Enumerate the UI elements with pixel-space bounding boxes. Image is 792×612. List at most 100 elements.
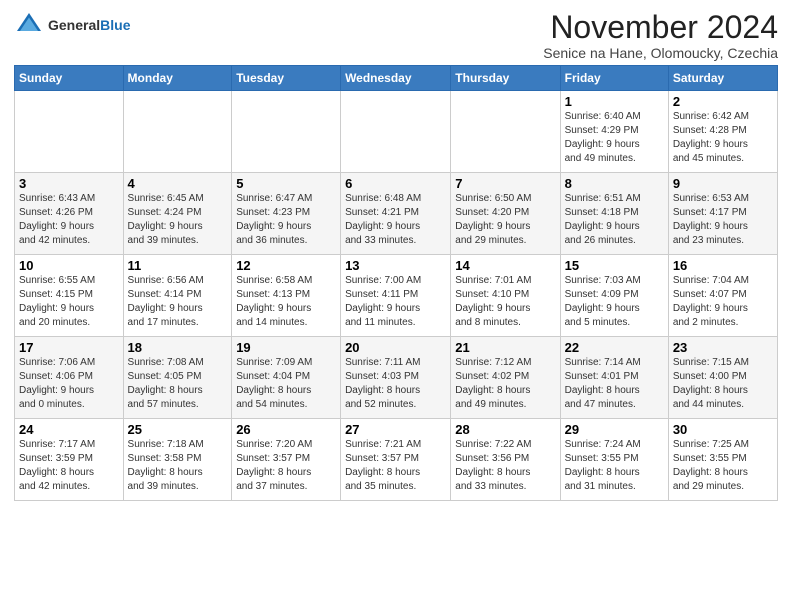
table-row: 11Sunrise: 6:56 AM Sunset: 4:14 PM Dayli… (123, 255, 232, 337)
day-number: 26 (236, 422, 336, 437)
day-number: 1 (565, 94, 664, 109)
day-number: 2 (673, 94, 773, 109)
table-row: 6Sunrise: 6:48 AM Sunset: 4:21 PM Daylig… (341, 173, 451, 255)
table-row: 18Sunrise: 7:08 AM Sunset: 4:05 PM Dayli… (123, 337, 232, 419)
table-row: 13Sunrise: 7:00 AM Sunset: 4:11 PM Dayli… (341, 255, 451, 337)
day-info: Sunrise: 7:01 AM Sunset: 4:10 PM Dayligh… (455, 274, 555, 330)
table-row: 22Sunrise: 7:14 AM Sunset: 4:01 PM Dayli… (560, 337, 668, 419)
header: GeneralBlue November 2024 Senice na Hane… (14, 10, 778, 61)
table-row (341, 91, 451, 173)
logo-blue: Blue (100, 17, 130, 33)
day-number: 3 (19, 176, 119, 191)
table-row: 3Sunrise: 6:43 AM Sunset: 4:26 PM Daylig… (15, 173, 124, 255)
table-row: 24Sunrise: 7:17 AM Sunset: 3:59 PM Dayli… (15, 419, 124, 501)
calendar-week-2: 10Sunrise: 6:55 AM Sunset: 4:15 PM Dayli… (15, 255, 778, 337)
table-row: 29Sunrise: 7:24 AM Sunset: 3:55 PM Dayli… (560, 419, 668, 501)
day-info: Sunrise: 7:24 AM Sunset: 3:55 PM Dayligh… (565, 438, 664, 494)
day-info: Sunrise: 7:08 AM Sunset: 4:05 PM Dayligh… (128, 356, 228, 412)
day-number: 23 (673, 340, 773, 355)
page-container: GeneralBlue November 2024 Senice na Hane… (0, 0, 792, 507)
table-row: 10Sunrise: 6:55 AM Sunset: 4:15 PM Dayli… (15, 255, 124, 337)
logo-text: GeneralBlue (48, 17, 130, 34)
day-info: Sunrise: 7:15 AM Sunset: 4:00 PM Dayligh… (673, 356, 773, 412)
logo-general: General (48, 17, 100, 33)
table-row: 16Sunrise: 7:04 AM Sunset: 4:07 PM Dayli… (668, 255, 777, 337)
day-number: 5 (236, 176, 336, 191)
day-number: 8 (565, 176, 664, 191)
logo: GeneralBlue (14, 10, 130, 40)
day-number: 9 (673, 176, 773, 191)
day-number: 18 (128, 340, 228, 355)
table-row (123, 91, 232, 173)
day-number: 24 (19, 422, 119, 437)
title-block: November 2024 Senice na Hane, Olomoucky,… (543, 10, 778, 61)
day-info: Sunrise: 6:43 AM Sunset: 4:26 PM Dayligh… (19, 192, 119, 248)
col-sunday: Sunday (15, 66, 124, 91)
day-number: 7 (455, 176, 555, 191)
table-row: 19Sunrise: 7:09 AM Sunset: 4:04 PM Dayli… (232, 337, 341, 419)
table-row: 12Sunrise: 6:58 AM Sunset: 4:13 PM Dayli… (232, 255, 341, 337)
day-number: 14 (455, 258, 555, 273)
day-info: Sunrise: 6:53 AM Sunset: 4:17 PM Dayligh… (673, 192, 773, 248)
day-info: Sunrise: 7:12 AM Sunset: 4:02 PM Dayligh… (455, 356, 555, 412)
day-number: 17 (19, 340, 119, 355)
table-row: 7Sunrise: 6:50 AM Sunset: 4:20 PM Daylig… (451, 173, 560, 255)
table-row: 20Sunrise: 7:11 AM Sunset: 4:03 PM Dayli… (341, 337, 451, 419)
col-saturday: Saturday (668, 66, 777, 91)
logo-icon (14, 10, 44, 40)
day-number: 13 (345, 258, 446, 273)
day-info: Sunrise: 7:11 AM Sunset: 4:03 PM Dayligh… (345, 356, 446, 412)
day-info: Sunrise: 7:21 AM Sunset: 3:57 PM Dayligh… (345, 438, 446, 494)
table-row: 25Sunrise: 7:18 AM Sunset: 3:58 PM Dayli… (123, 419, 232, 501)
calendar-week-4: 24Sunrise: 7:17 AM Sunset: 3:59 PM Dayli… (15, 419, 778, 501)
table-row: 2Sunrise: 6:42 AM Sunset: 4:28 PM Daylig… (668, 91, 777, 173)
day-info: Sunrise: 7:04 AM Sunset: 4:07 PM Dayligh… (673, 274, 773, 330)
day-info: Sunrise: 7:17 AM Sunset: 3:59 PM Dayligh… (19, 438, 119, 494)
day-info: Sunrise: 6:51 AM Sunset: 4:18 PM Dayligh… (565, 192, 664, 248)
col-wednesday: Wednesday (341, 66, 451, 91)
col-tuesday: Tuesday (232, 66, 341, 91)
day-number: 25 (128, 422, 228, 437)
day-info: Sunrise: 7:14 AM Sunset: 4:01 PM Dayligh… (565, 356, 664, 412)
col-monday: Monday (123, 66, 232, 91)
day-info: Sunrise: 6:50 AM Sunset: 4:20 PM Dayligh… (455, 192, 555, 248)
table-row (15, 91, 124, 173)
day-number: 15 (565, 258, 664, 273)
day-info: Sunrise: 7:00 AM Sunset: 4:11 PM Dayligh… (345, 274, 446, 330)
day-info: Sunrise: 6:55 AM Sunset: 4:15 PM Dayligh… (19, 274, 119, 330)
table-row: 28Sunrise: 7:22 AM Sunset: 3:56 PM Dayli… (451, 419, 560, 501)
day-number: 6 (345, 176, 446, 191)
day-info: Sunrise: 6:58 AM Sunset: 4:13 PM Dayligh… (236, 274, 336, 330)
col-thursday: Thursday (451, 66, 560, 91)
day-number: 11 (128, 258, 228, 273)
table-row: 17Sunrise: 7:06 AM Sunset: 4:06 PM Dayli… (15, 337, 124, 419)
table-row: 5Sunrise: 6:47 AM Sunset: 4:23 PM Daylig… (232, 173, 341, 255)
calendar-week-0: 1Sunrise: 6:40 AM Sunset: 4:29 PM Daylig… (15, 91, 778, 173)
table-row: 27Sunrise: 7:21 AM Sunset: 3:57 PM Dayli… (341, 419, 451, 501)
day-info: Sunrise: 7:18 AM Sunset: 3:58 PM Dayligh… (128, 438, 228, 494)
day-number: 10 (19, 258, 119, 273)
day-number: 21 (455, 340, 555, 355)
day-info: Sunrise: 6:47 AM Sunset: 4:23 PM Dayligh… (236, 192, 336, 248)
table-row: 8Sunrise: 6:51 AM Sunset: 4:18 PM Daylig… (560, 173, 668, 255)
calendar-header-row: Sunday Monday Tuesday Wednesday Thursday… (15, 66, 778, 91)
table-row: 4Sunrise: 6:45 AM Sunset: 4:24 PM Daylig… (123, 173, 232, 255)
day-info: Sunrise: 7:25 AM Sunset: 3:55 PM Dayligh… (673, 438, 773, 494)
table-row: 26Sunrise: 7:20 AM Sunset: 3:57 PM Dayli… (232, 419, 341, 501)
day-info: Sunrise: 7:06 AM Sunset: 4:06 PM Dayligh… (19, 356, 119, 412)
day-number: 30 (673, 422, 773, 437)
location: Senice na Hane, Olomoucky, Czechia (543, 45, 778, 61)
table-row: 9Sunrise: 6:53 AM Sunset: 4:17 PM Daylig… (668, 173, 777, 255)
calendar-week-3: 17Sunrise: 7:06 AM Sunset: 4:06 PM Dayli… (15, 337, 778, 419)
day-number: 16 (673, 258, 773, 273)
calendar: Sunday Monday Tuesday Wednesday Thursday… (14, 65, 778, 501)
day-info: Sunrise: 7:09 AM Sunset: 4:04 PM Dayligh… (236, 356, 336, 412)
day-number: 12 (236, 258, 336, 273)
table-row: 1Sunrise: 6:40 AM Sunset: 4:29 PM Daylig… (560, 91, 668, 173)
day-info: Sunrise: 7:03 AM Sunset: 4:09 PM Dayligh… (565, 274, 664, 330)
table-row: 15Sunrise: 7:03 AM Sunset: 4:09 PM Dayli… (560, 255, 668, 337)
day-number: 22 (565, 340, 664, 355)
table-row: 30Sunrise: 7:25 AM Sunset: 3:55 PM Dayli… (668, 419, 777, 501)
day-info: Sunrise: 6:42 AM Sunset: 4:28 PM Dayligh… (673, 110, 773, 166)
table-row (451, 91, 560, 173)
